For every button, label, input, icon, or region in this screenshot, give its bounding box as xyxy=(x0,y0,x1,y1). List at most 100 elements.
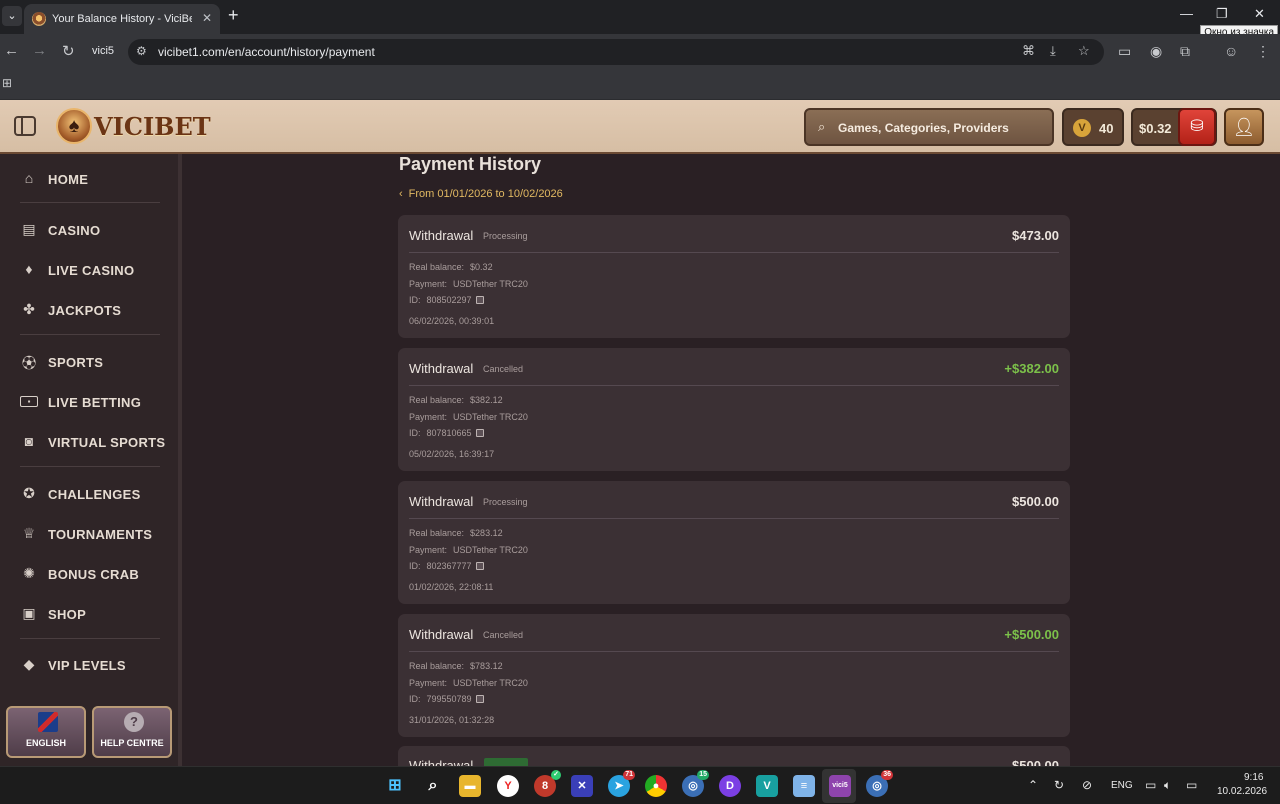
copy-icon[interactable] xyxy=(475,296,484,304)
search-icon: ⌕ xyxy=(818,119,826,134)
transaction-status: Processing xyxy=(483,231,528,241)
clock-time[interactable]: 9:16 xyxy=(1244,772,1263,783)
account-icon[interactable]: ☺ xyxy=(1224,43,1238,59)
copy-icon[interactable] xyxy=(475,695,484,703)
sidebar-toggle-icon[interactable] xyxy=(14,116,36,136)
sidebar-item-virtual-sports[interactable]: ◙ VIRTUAL SPORTS xyxy=(20,431,170,453)
restore-button[interactable]: ❐ xyxy=(1216,6,1228,22)
active-tab[interactable]: Your Balance History - ViciBet Casino ✕ xyxy=(24,4,220,34)
check-badge: ✓ xyxy=(551,770,561,780)
transaction-card: Withdrawal Cancelled +$500.00 Real balan… xyxy=(398,614,1070,737)
app-x-icon[interactable]: ✕ xyxy=(571,775,593,797)
chrome-icon[interactable]: ● xyxy=(645,775,667,797)
battery-icon[interactable]: ▭ xyxy=(1186,778,1197,792)
file-explorer-icon[interactable]: ▬ xyxy=(459,775,481,797)
transaction-amount: $473.00 xyxy=(1012,228,1059,243)
site-search-button[interactable]: ⌕ Games, Categories, Providers xyxy=(804,108,1054,146)
status-badge xyxy=(484,758,528,766)
extensions-icon[interactable]: ⧉ xyxy=(1180,43,1190,60)
question-mark-icon: ? xyxy=(124,712,144,732)
install-app-icon[interactable]: ⤓ xyxy=(1050,43,1056,59)
close-window-button[interactable]: ✕ xyxy=(1254,6,1265,22)
tab-list-button[interactable]: ⌄ xyxy=(2,6,22,26)
sidebar-item-bonus-crab[interactable]: ✺ BONUS CRAB xyxy=(20,563,170,585)
windows-start-icon[interactable]: ⊞ xyxy=(384,775,406,797)
sidebar-item-live-casino[interactable]: ♦ LIVE CASINO xyxy=(20,259,170,281)
app-vs-icon[interactable]: V xyxy=(756,775,778,797)
sidebar-item-live-betting[interactable]: ▪ LIVE BETTING xyxy=(20,391,170,413)
date-range-filter[interactable]: ‹ From 01/01/2026 to 10/02/2026 xyxy=(399,188,563,200)
volume-icon[interactable]: 🔈︎ xyxy=(1164,778,1171,793)
payment-history-main: Payment History ‹ From 01/01/2026 to 10/0… xyxy=(186,154,1280,766)
cookie-icon[interactable]: ◉ xyxy=(1150,43,1162,60)
transaction-card: Withdrawal Cancelled +$382.00 Real balan… xyxy=(398,348,1070,471)
site-favicon-icon xyxy=(32,12,46,26)
sidebar-item-vip-levels[interactable]: ◆ VIP LEVELS xyxy=(20,654,170,676)
transaction-date: 31/01/2026, 01:32:28 xyxy=(409,715,495,725)
yandex-browser-icon[interactable]: Y xyxy=(497,775,519,797)
more-menu-icon[interactable]: ⋮ xyxy=(1256,43,1270,60)
telegram-icon[interactable]: ➤ 71 xyxy=(608,770,635,797)
v-coin-icon: V xyxy=(1073,119,1091,137)
back-arrow-icon[interactable]: ← xyxy=(4,42,19,59)
app-8-icon[interactable]: 8 ✓ xyxy=(534,770,561,797)
transaction-id-row: ID: 802367777 xyxy=(409,561,484,571)
camera-icon[interactable]: ▭ xyxy=(1118,43,1131,60)
payment-method-row: Payment: USDTether TRC20 xyxy=(409,678,528,688)
sidebar-item-sports[interactable]: ⚽︎ SPORTS xyxy=(20,351,170,373)
url-text[interactable]: vicibet1.com/en/account/history/payment xyxy=(158,45,375,59)
vpoints-counter[interactable]: V 40 xyxy=(1062,108,1124,146)
address-bar[interactable]: ⚙ vicibet1.com/en/account/history/paymen… xyxy=(128,39,1104,65)
transaction-status: Processing xyxy=(483,497,528,507)
card-divider xyxy=(409,252,1059,253)
search-placeholder: Games, Categories, Providers xyxy=(838,121,1009,135)
football-icon: ⚽︎ xyxy=(22,355,36,371)
logo-text: VICIBET xyxy=(94,112,211,141)
vici5-app-icon[interactable]: vici5 xyxy=(829,775,851,797)
sidebar-divider xyxy=(20,202,160,203)
site-header: ♠ VICIBET ⌕ Games, Categories, Providers… xyxy=(0,100,1280,154)
transaction-type: Withdrawal xyxy=(409,228,474,243)
bookmark-star-icon[interactable]: ☆ xyxy=(1078,43,1090,59)
network-off-icon[interactable]: ⊘ xyxy=(1082,778,1092,792)
help-centre-button[interactable]: ? HELP CENTRE xyxy=(92,706,172,758)
transaction-type: Withdrawal xyxy=(409,758,474,766)
clock-date[interactable]: 10.02.2026 xyxy=(1217,786,1267,797)
real-balance-row: Real balance: $783.12 xyxy=(409,661,503,671)
minimize-button[interactable]: — xyxy=(1180,6,1193,21)
tray-overflow-icon[interactable]: ⌃ xyxy=(1028,778,1038,792)
crab-claw-icon: ✺ xyxy=(23,565,35,581)
tab-close-icon[interactable]: ✕ xyxy=(202,11,212,25)
spade-logo-icon: ♠ xyxy=(56,108,92,144)
translate-icon[interactable]: ⌘ xyxy=(1022,43,1035,59)
display-icon[interactable]: ▭ xyxy=(1145,778,1156,792)
sidebar-item-tournaments[interactable]: ♕ TOURNAMENTS xyxy=(20,523,170,545)
app-36-icon[interactable]: ◎ 36 xyxy=(866,770,893,797)
profile-button[interactable]: 👤︎ xyxy=(1224,108,1264,146)
sidebar-item-label: SPORTS xyxy=(48,355,104,370)
language-indicator[interactable]: ENG xyxy=(1111,780,1133,791)
search-icon[interactable]: ⌕ xyxy=(422,775,444,797)
new-tab-button[interactable]: + xyxy=(228,5,239,26)
sidebar-item-casino[interactable]: ▤ CASINO xyxy=(20,219,170,241)
language-button[interactable]: ENGLISH xyxy=(6,706,86,758)
app-d-icon[interactable]: D xyxy=(719,775,741,797)
app-15-icon[interactable]: ◎ 15 xyxy=(682,770,709,797)
deposit-button[interactable]: ⛁ xyxy=(1178,108,1216,146)
site-info-icon[interactable]: ⚙ xyxy=(136,44,147,58)
profile-label[interactable]: vici5 xyxy=(92,45,114,57)
apps-grid-icon[interactable]: ⊞ xyxy=(2,76,12,90)
sync-icon[interactable]: ↻ xyxy=(1054,778,1064,792)
sidebar-item-jackpots[interactable]: ✤ JACKPOTS xyxy=(20,299,170,321)
copy-icon[interactable] xyxy=(475,429,484,437)
sidebar-item-home[interactable]: ⌂ HOME xyxy=(20,168,170,190)
reload-icon[interactable]: ↻ xyxy=(62,42,75,60)
notepad-icon[interactable]: ≡ xyxy=(793,775,815,797)
forward-arrow-icon[interactable]: → xyxy=(32,42,47,59)
sidebar-divider xyxy=(20,638,160,639)
copy-icon[interactable] xyxy=(475,562,484,570)
slot-machine-icon: ▤ xyxy=(22,221,36,237)
sidebar-item-challenges[interactable]: ✪ CHALLENGES xyxy=(20,483,170,505)
sidebar-item-shop[interactable]: ▣ SHOP xyxy=(20,603,170,625)
diamond-icon: ◆ xyxy=(23,656,35,672)
